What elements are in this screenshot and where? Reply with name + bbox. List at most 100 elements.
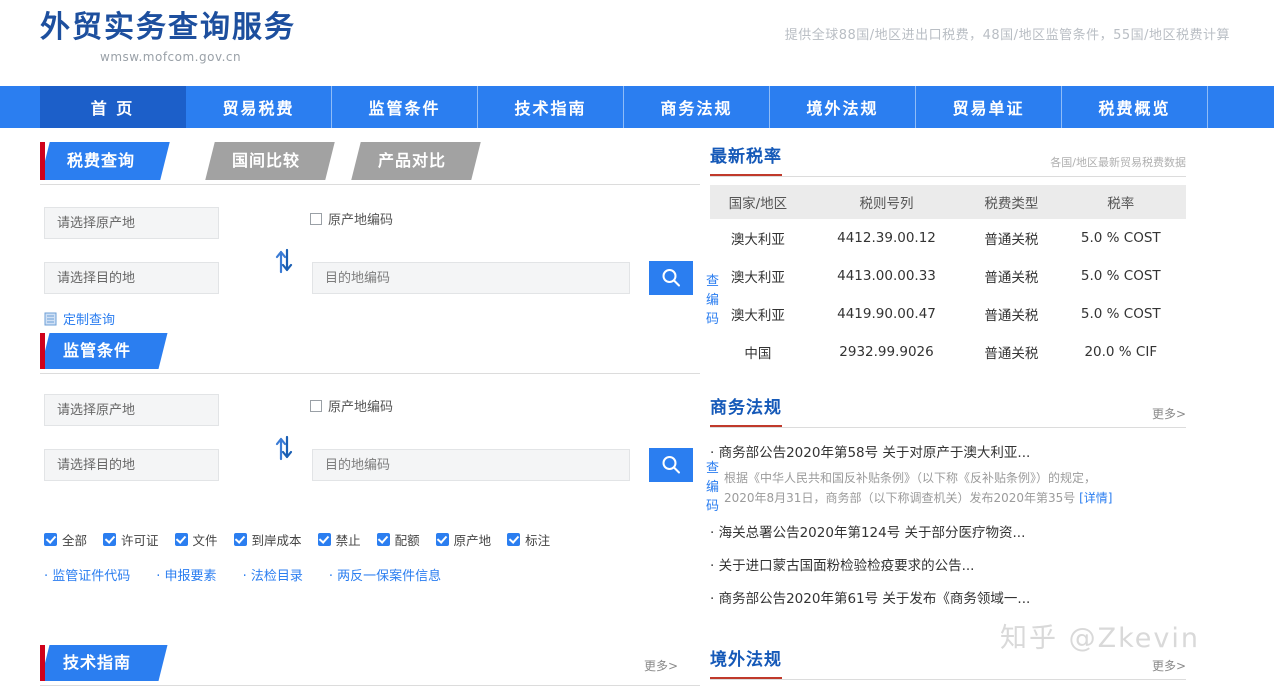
custom-query-label: 定制查询 [63, 313, 116, 328]
reg-lookup-code-link[interactable]: 查编码 [706, 457, 719, 514]
business-laws-more-link[interactable]: 更多> [1152, 405, 1186, 422]
destination-code-input[interactable]: 目的地编码 [312, 262, 630, 294]
news-title[interactable]: 海关总署公告2020年第124号 关于部分医疗物资... [710, 521, 1186, 541]
regulation-query-form: 请选择原产地 请选择目的地 原产地编码 目的地编码 查编码 [40, 378, 719, 520]
list-item: 海关总署公告2020年第124号 关于部分医疗物资... [710, 521, 1186, 541]
custom-query-link[interactable]: 定制查询 [44, 309, 115, 328]
table-row[interactable]: 中国 2932.99.9026 普通关税 20.0 % CIF [710, 333, 1186, 371]
tech-guide-section: 技术指南 更多> [0, 645, 700, 690]
tab-product-compare[interactable]: 产品对比 [351, 142, 481, 180]
brand: 外贸实务查询服务 wmsw.mofcom.gov.cn [40, 8, 296, 64]
cell-rate: 5.0 % COST [1080, 268, 1161, 284]
origin-select[interactable]: 请选择原产地 [44, 207, 219, 239]
col-tax-type: 税费类型 [967, 185, 1056, 219]
filter-document[interactable]: 文件 [174, 530, 218, 549]
news-title[interactable]: 关于进口蒙古国面粉检验检疫要求的公告... [710, 554, 1186, 574]
overseas-laws-title: 境外法规 [710, 645, 782, 679]
filter-origin[interactable]: 原产地 [435, 530, 491, 549]
regulation-title: 监管条件 [63, 341, 132, 360]
filter-annotation[interactable]: 标注 [507, 530, 550, 549]
origin-code-label: 原产地编码 [328, 213, 394, 228]
checkbox-checked-icon [376, 533, 390, 546]
filter-landed-cost-label: 到岸成本 [251, 533, 302, 548]
link-regulatory-code[interactable]: 监管证件代码 [44, 565, 130, 584]
news-detail-link[interactable]: [详情] [1079, 491, 1112, 505]
main-content: 产品对比 国间比较 税费查询 请选择原产地 请选择目的地 原产地编码 目的地编码… [0, 128, 1274, 615]
origin-code-checkbox[interactable]: 原产地编码 [310, 209, 393, 228]
checkbox-checked-icon [233, 533, 247, 546]
nav-item-regulatory[interactable]: 监管条件 [332, 86, 478, 128]
nav-item-tech-guide[interactable]: 技术指南 [478, 86, 624, 128]
nav-item-tax-overview[interactable]: 税费概览 [1062, 86, 1208, 128]
left-column: 产品对比 国间比较 税费查询 请选择原产地 请选择目的地 原产地编码 目的地编码… [0, 128, 719, 615]
table-row[interactable]: 澳大利亚 4413.00.00.33 普通关税 5.0 % COST [710, 257, 1186, 295]
list-item: 关于进口蒙古国面粉检验检疫要求的公告... [710, 554, 1186, 574]
col-tariff-no: 税则号列 [805, 185, 968, 219]
tech-guide-banner: 技术指南 [40, 645, 168, 681]
search-button[interactable] [649, 261, 693, 295]
list-item: 商务部公告2020年第58号 关于对原产于澳大利亚... 根据《中华人民共和国反… [710, 441, 1186, 508]
news-description: 根据《中华人民共和国反补贴条例》（以下称《反补贴条例》）的规定， 2020年8月… [724, 468, 1186, 508]
nav-item-home[interactable]: 首 页 [40, 86, 186, 128]
nav-item-trade-docs[interactable]: 贸易单证 [916, 86, 1062, 128]
tech-guide-header: 技术指南 更多> [40, 645, 700, 686]
cell-tax-type: 普通关税 [984, 232, 1039, 248]
destination-select[interactable]: 请选择目的地 [44, 262, 219, 294]
nav-item-overseas-laws[interactable]: 境外法规 [770, 86, 916, 128]
reg-destination-code-input[interactable]: 目的地编码 [312, 449, 630, 481]
overseas-laws-more-link[interactable]: 更多> [1152, 657, 1186, 674]
link-trade-remedy-cases[interactable]: 两反一保案件信息 [329, 565, 441, 584]
reg-origin-select[interactable]: 请选择原产地 [44, 394, 219, 426]
reg-search-button[interactable] [649, 448, 693, 482]
filter-license[interactable]: 许可证 [103, 530, 159, 549]
reg-destination-select[interactable]: 请选择目的地 [44, 449, 219, 481]
latest-rates-note: 各国/地区最新贸易税费数据 [1050, 156, 1186, 169]
site-header: 外贸实务查询服务 wmsw.mofcom.gov.cn 提供全球88国/地区进出… [0, 0, 1274, 86]
cell-rate: 5.0 % COST [1080, 306, 1161, 322]
tab-country-compare[interactable]: 国间比较 [205, 142, 335, 180]
filter-annotation-label: 标注 [525, 533, 551, 548]
bottom-section-row: 技术指南 更多> 境外法规 更多> [0, 645, 1274, 690]
table-header-row: 国家/地区 税则号列 税费类型 税率 [710, 185, 1186, 219]
tech-guide-accent-bar [40, 645, 45, 681]
table-row[interactable]: 澳大利亚 4412.39.00.12 普通关税 5.0 % COST [710, 219, 1186, 257]
reg-swap-icon[interactable] [272, 435, 296, 461]
reg-origin-code-checkbox[interactable]: 原产地编码 [310, 396, 393, 415]
regulation-filter-checkboxes: 全部 许可证 文件 到岸成本 禁止 配额 原产地 标注 [44, 530, 700, 549]
lookup-code-link[interactable]: 查编码 [706, 270, 719, 327]
tech-guide-more-link[interactable]: 更多> [644, 657, 678, 674]
business-laws-panel: 商务法规 更多> 商务部公告2020年第58号 关于对原产于澳大利亚... 根据… [710, 393, 1186, 607]
regulation-section-header: 监管条件 [40, 333, 700, 374]
nav-item-trade-tax[interactable]: 贸易税费 [186, 86, 332, 128]
nav-item-business-laws[interactable]: 商务法规 [624, 86, 770, 128]
news-title[interactable]: 商务部公告2020年第61号 关于发布《商务领域一... [710, 587, 1186, 607]
cell-tariff-no: 4412.39.00.12 [837, 230, 936, 246]
table-row[interactable]: 澳大利亚 4419.90.00.47 普通关税 5.0 % COST [710, 295, 1186, 333]
latest-rates-panel: 最新税率 各国/地区最新贸易税费数据 国家/地区 税则号列 税费类型 税率 澳大… [710, 142, 1186, 371]
cell-tax-type: 普通关税 [984, 308, 1039, 324]
filter-all[interactable]: 全部 [44, 530, 87, 549]
latest-rates-table: 国家/地区 税则号列 税费类型 税率 澳大利亚 4412.39.00.12 普通… [710, 185, 1186, 371]
document-icon [44, 312, 57, 326]
filter-all-label: 全部 [62, 533, 88, 548]
news-title[interactable]: 商务部公告2020年第58号 关于对原产于澳大利亚... [710, 441, 1186, 461]
swap-icon[interactable] [272, 248, 296, 274]
regulation-links: 监管证件代码 申报要素 法检目录 两反一保案件信息 [44, 565, 700, 584]
link-inspection-catalog[interactable]: 法检目录 [243, 565, 303, 584]
tab-tax-query[interactable]: 税费查询 [40, 142, 170, 180]
filter-prohibited[interactable]: 禁止 [317, 530, 361, 549]
cell-tariff-no: 2932.99.9026 [839, 344, 934, 360]
filter-landed-cost[interactable]: 到岸成本 [233, 530, 302, 549]
site-domain: wmsw.mofcom.gov.cn [100, 50, 242, 64]
news-desc-line2: 2020年8月31日，商务部（以下称调查机关）发布2020年第35号 [724, 491, 1076, 505]
filter-document-label: 文件 [192, 533, 218, 548]
filter-quota[interactable]: 配额 [376, 530, 420, 549]
link-declaration-elements[interactable]: 申报要素 [156, 565, 217, 584]
checkbox-checked-icon [435, 533, 449, 546]
latest-rates-header: 最新税率 各国/地区最新贸易税费数据 [710, 142, 1186, 177]
cell-country: 澳大利亚 [730, 270, 785, 286]
regulation-banner: 监管条件 [40, 333, 168, 369]
list-item: 商务部公告2020年第61号 关于发布《商务领域一... [710, 587, 1186, 607]
checkbox-checked-icon [507, 533, 521, 546]
cell-country: 澳大利亚 [730, 308, 785, 324]
